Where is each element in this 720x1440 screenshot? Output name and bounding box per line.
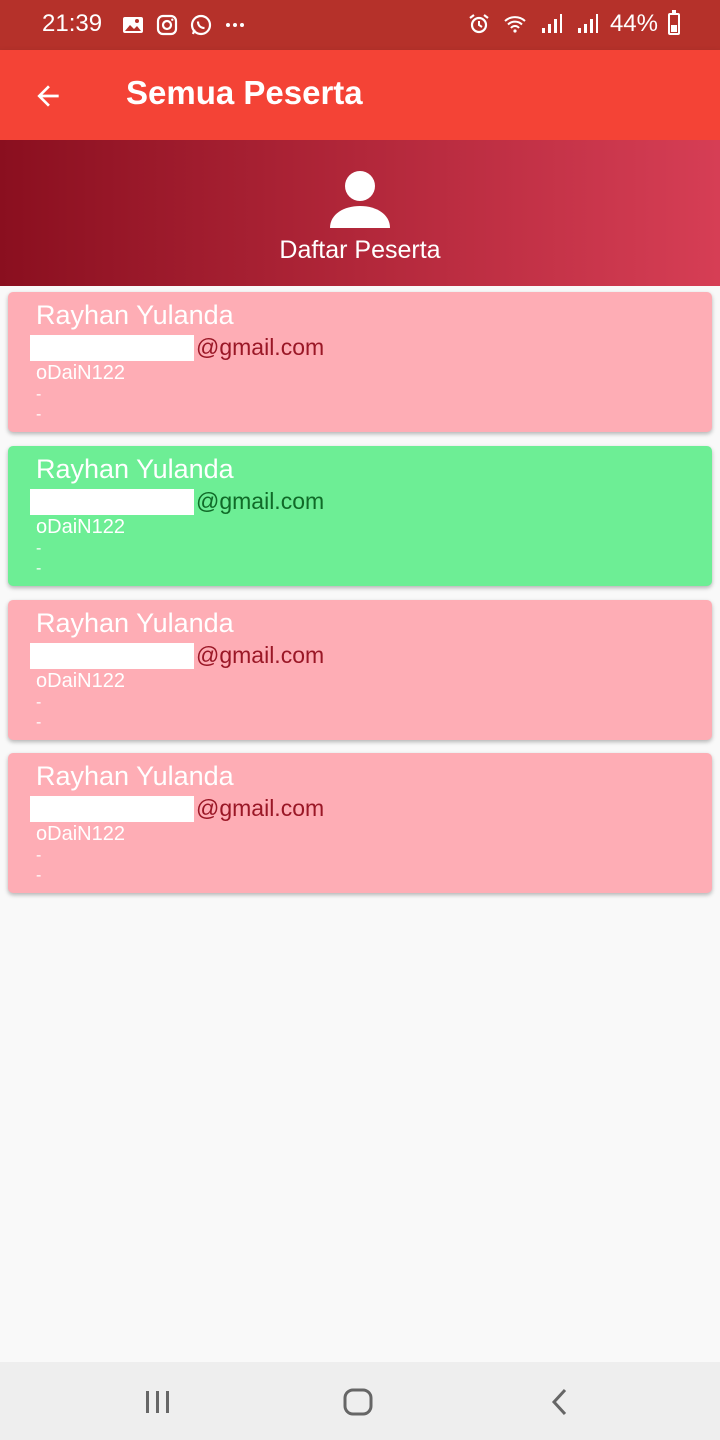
participant-name: Rayhan Yulanda	[36, 454, 234, 484]
participant-email: @gmail.com	[196, 488, 325, 514]
gallery-icon	[120, 12, 146, 38]
participant-code: oDaiN122	[36, 670, 125, 692]
participant-email: @gmail.com	[196, 642, 325, 668]
participant-code: oDaiN122	[36, 823, 125, 845]
home-button[interactable]	[338, 1382, 378, 1422]
participant-name: Rayhan Yulanda	[36, 300, 234, 330]
status-bar: 21:39 44%	[0, 0, 720, 50]
alarm-icon	[466, 11, 492, 37]
notification-icons	[120, 12, 248, 38]
instagram-icon	[154, 12, 180, 38]
participant-detail: -	[36, 540, 42, 557]
participant-code: oDaiN122	[36, 516, 125, 538]
participant-card[interactable]: Rayhan Yulanda @gmail.com oDaiN122 - -	[8, 292, 712, 432]
participant-detail: -	[36, 867, 42, 884]
redacted-email-user	[30, 335, 194, 361]
navigation-bar	[0, 1362, 720, 1440]
app-bar: Semua Peserta	[0, 50, 720, 140]
whatsapp-icon	[188, 12, 214, 38]
participant-email: @gmail.com	[196, 795, 325, 821]
redacted-email-user	[30, 643, 194, 669]
participant-card[interactable]: Rayhan Yulanda @gmail.com oDaiN122 - -	[8, 753, 712, 893]
battery-icon	[668, 10, 680, 35]
participant-detail: -	[36, 847, 42, 864]
person-icon	[330, 171, 390, 228]
recent-apps-button[interactable]	[138, 1382, 178, 1422]
header-label: Daftar Peserta	[279, 236, 441, 264]
participant-code: oDaiN122	[36, 362, 125, 384]
more-icon	[222, 12, 248, 38]
arrow-back-icon	[37, 85, 59, 107]
signal-icon	[574, 11, 600, 37]
system-status: 44%	[466, 10, 680, 38]
wifi-icon	[502, 11, 528, 37]
redacted-email-user	[30, 796, 194, 822]
page-title: Semua Peserta	[126, 74, 363, 111]
participant-detail: -	[36, 386, 42, 403]
participant-name: Rayhan Yulanda	[36, 608, 234, 638]
redacted-email-user	[30, 489, 194, 515]
signal-icon	[538, 11, 564, 37]
participant-name: Rayhan Yulanda	[36, 761, 234, 791]
back-button[interactable]	[30, 78, 66, 114]
participant-card[interactable]: Rayhan Yulanda @gmail.com oDaiN122 - -	[8, 600, 712, 740]
battery-percent: 44%	[609, 10, 658, 37]
participant-detail: -	[36, 714, 42, 731]
participant-detail: -	[36, 560, 42, 577]
participant-detail: -	[36, 694, 42, 711]
status-time: 21:39	[42, 10, 103, 37]
participant-card[interactable]: Rayhan Yulanda @gmail.com oDaiN122 - -	[8, 446, 712, 586]
recent-apps-icon	[146, 1391, 169, 1413]
system-back-button[interactable]	[540, 1382, 580, 1422]
back-icon	[551, 1388, 567, 1416]
participant-email: @gmail.com	[196, 334, 325, 360]
home-icon	[343, 1388, 373, 1416]
participant-detail: -	[36, 406, 42, 423]
